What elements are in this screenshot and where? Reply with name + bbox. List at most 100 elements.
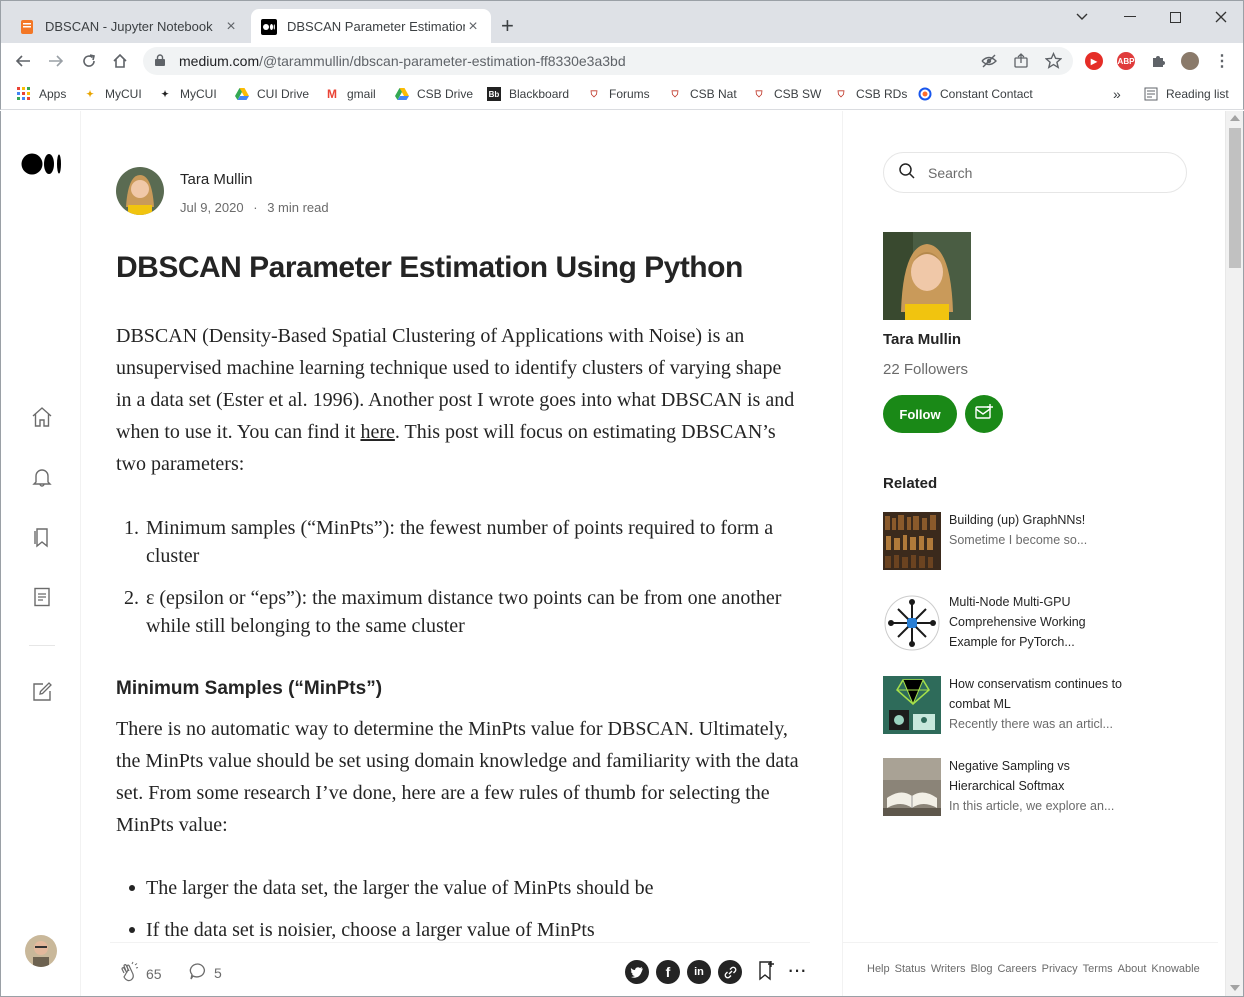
twitter-share-icon[interactable]: [625, 960, 649, 984]
related-item[interactable]: Multi-Node Multi-GPU Comprehensive Worki…: [883, 594, 1183, 654]
follow-button[interactable]: Follow: [883, 395, 957, 433]
facebook-share-icon[interactable]: f: [656, 960, 680, 984]
related-snippet: In this article, we explore an...: [949, 799, 1115, 813]
more-bookmarks-button[interactable]: »: [1113, 85, 1121, 103]
tab-jupyter[interactable]: DBSCAN - Jupyter Notebook ×: [9, 9, 249, 44]
address-bar[interactable]: medium.com/@tarammullin/dbscan-parameter…: [143, 47, 1073, 75]
page-scrollbar[interactable]: [1225, 111, 1243, 996]
linkedin-share-icon[interactable]: in: [687, 960, 711, 984]
search-placeholder: Search: [928, 164, 973, 181]
bookmark-apps[interactable]: Apps: [17, 85, 66, 103]
bookmark-mycui-1[interactable]: ✦ MyCUI: [83, 85, 141, 103]
bookmark-csb-rds[interactable]: ⛉ CSB RDs: [834, 85, 908, 103]
cui-icon: ✦: [161, 88, 169, 99]
close-tab-icon[interactable]: ×: [465, 18, 481, 36]
shield-icon: ⛉: [671, 88, 679, 99]
bookmark-label: gmail: [347, 87, 376, 101]
bookmark-label: Apps: [39, 87, 67, 101]
copy-link-icon[interactable]: [718, 960, 742, 984]
tab-title: DBSCAN - Jupyter Notebook: [45, 19, 213, 34]
clap-button[interactable]: 65: [118, 961, 162, 986]
reload-button[interactable]: [77, 49, 101, 73]
scrollbar-thumb[interactable]: [1229, 128, 1241, 268]
browser-toolbar: medium.com/@tarammullin/dbscan-parameter…: [0, 43, 1244, 79]
bookmark-label: CSB RDs: [856, 87, 908, 101]
bookmark-label: CSB Nat: [690, 87, 737, 101]
user-avatar[interactable]: [25, 935, 57, 967]
save-bookmark-icon[interactable]: [756, 959, 776, 981]
share-icon[interactable]: [1013, 53, 1029, 72]
eye-off-icon[interactable]: [981, 53, 997, 72]
bookmark-mycui-2[interactable]: ✦ MyCUI: [158, 85, 216, 103]
bookmark-csb-sw[interactable]: ⛉ CSB SW: [752, 85, 822, 103]
footer-link-writers[interactable]: Writers: [931, 963, 966, 975]
author-avatar[interactable]: [116, 167, 164, 215]
bookmark-constant-contact[interactable]: Constant Contact: [918, 85, 1033, 103]
bookmarks-icon[interactable]: [29, 524, 55, 550]
related-title: Negative Sampling vs Hierarchical Softma…: [949, 759, 1070, 793]
followers-count[interactable]: 22 Followers: [883, 361, 968, 378]
subscribe-button[interactable]: [965, 395, 1003, 433]
home-icon[interactable]: [29, 404, 55, 430]
medium-logo-icon[interactable]: [21, 151, 63, 177]
footer-link-careers[interactable]: Careers: [997, 963, 1036, 975]
comment-bubble-icon: [188, 961, 208, 984]
home-button[interactable]: [108, 49, 132, 73]
footer-link-about[interactable]: About: [1118, 963, 1147, 975]
list-number: 1.: [124, 517, 139, 539]
related-item[interactable]: How conservatism continues to combat ML R…: [883, 676, 1183, 736]
bookmark-blackboard[interactable]: Bb Blackboard: [487, 85, 569, 103]
stories-list-icon[interactable]: [29, 584, 55, 610]
tab-medium-active[interactable]: DBSCAN Parameter Estimation U ×: [251, 9, 491, 44]
footer-link-terms[interactable]: Terms: [1083, 963, 1113, 975]
notifications-bell-icon[interactable]: [29, 464, 55, 490]
footer-link-blog[interactable]: Blog: [970, 963, 992, 975]
new-tab-button[interactable]: +: [501, 15, 514, 37]
close-window-button[interactable]: [1206, 7, 1236, 27]
related-item[interactable]: Building (up) GraphNNs! Sometime I become…: [883, 512, 1183, 572]
related-item[interactable]: Negative Sampling vs Hierarchical Softma…: [883, 758, 1183, 818]
drive-icon: [235, 87, 249, 101]
bookmark-label: CUI Drive: [257, 87, 310, 101]
youtube-extension-icon[interactable]: ▶: [1085, 52, 1103, 70]
drive-icon: [395, 87, 409, 101]
footer-link-help[interactable]: Help: [867, 963, 890, 975]
menu-kebab-icon[interactable]: ⋮: [1213, 52, 1231, 70]
bookmark-star-icon[interactable]: [1044, 51, 1063, 72]
parameter-list-item-1: 1. Minimum samples (“MinPts”): the fewest…: [116, 514, 796, 570]
write-icon[interactable]: [29, 679, 55, 705]
bookmark-gmail[interactable]: Mgmail: [325, 85, 376, 103]
search-input[interactable]: Search: [883, 152, 1187, 193]
tab-search-icon[interactable]: [1067, 7, 1097, 27]
scroll-down-arrow-icon[interactable]: [1230, 985, 1240, 991]
scroll-up-arrow-icon[interactable]: [1230, 115, 1240, 121]
sidebar-author-name[interactable]: Tara Mullin: [883, 331, 961, 348]
minimize-button[interactable]: [1115, 7, 1145, 27]
author-profile-photo[interactable]: [883, 232, 971, 320]
bookmarks-bar: Apps ✦ MyCUI ✦ MyCUI CUI Drive Mgmail CSB …: [0, 79, 1244, 110]
footer-link-knowable[interactable]: Knowable: [1151, 963, 1199, 975]
footer-link-status[interactable]: Status: [895, 963, 926, 975]
profile-avatar-icon[interactable]: [1181, 52, 1199, 70]
bookmark-csb-nat[interactable]: ⛉ CSB Nat: [668, 85, 737, 103]
reading-list-button[interactable]: Reading list: [1144, 85, 1229, 103]
forward-button[interactable]: [44, 49, 68, 73]
bookmark-csb-drive[interactable]: CSB Drive: [395, 85, 473, 103]
extensions-puzzle-icon[interactable]: [1149, 52, 1167, 70]
author-name[interactable]: Tara Mullin: [180, 171, 253, 188]
responses-button[interactable]: 5: [188, 961, 222, 984]
subscribe-mail-icon: [975, 403, 993, 425]
maximize-button[interactable]: [1160, 7, 1190, 27]
footer-link-privacy[interactable]: Privacy: [1042, 963, 1078, 975]
list-number: 2.: [124, 587, 139, 609]
shield-icon: ⛉: [755, 88, 763, 99]
close-tab-icon[interactable]: ×: [223, 18, 239, 36]
bookmark-forums[interactable]: ⛉ Forums: [587, 85, 650, 103]
reading-list-label: Reading list: [1166, 87, 1229, 101]
lock-icon[interactable]: [155, 53, 165, 69]
bookmark-cui-drive[interactable]: CUI Drive: [235, 85, 309, 103]
more-options-icon[interactable]: ···: [787, 957, 807, 983]
back-button[interactable]: [11, 49, 35, 73]
adblock-extension-icon[interactable]: ABP: [1117, 52, 1135, 70]
here-link[interactable]: here: [360, 421, 394, 443]
